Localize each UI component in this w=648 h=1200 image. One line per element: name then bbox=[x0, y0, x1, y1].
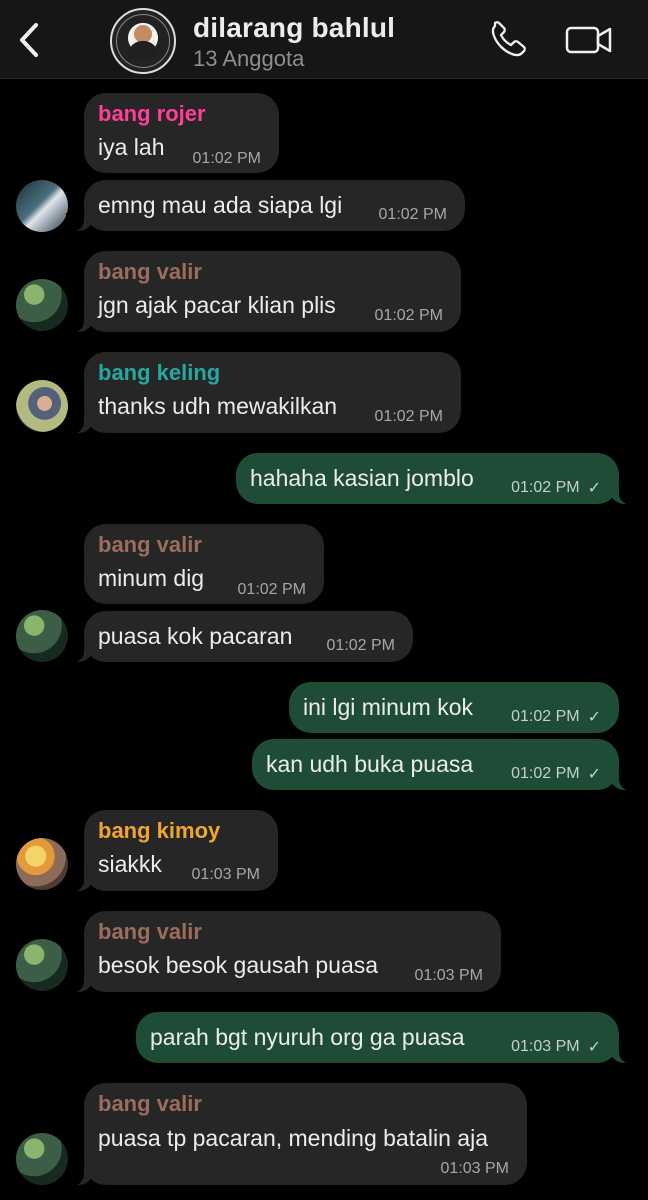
message-time-label: 01:02 PM bbox=[511, 765, 580, 782]
sender-name: bang valir bbox=[98, 1091, 202, 1116]
sender-name: bang valir bbox=[98, 532, 202, 557]
phone-icon[interactable] bbox=[486, 20, 528, 60]
outgoing-message-bubble[interactable]: parah bgt nyuruh org ga puasa 01:03 PM ✓ bbox=[136, 1012, 637, 1064]
message-bubble[interactable]: bang valir jgn ajak pacar klian plis 01:… bbox=[66, 251, 461, 333]
message-bubble[interactable]: bang rojer iya lah 01:02 PM bbox=[84, 93, 279, 173]
message-time: 01:03 PM bbox=[414, 967, 483, 984]
message-text: siakkk bbox=[98, 851, 162, 877]
message-bubble[interactable]: bang keling thanks udh mewakilkan 01:02 … bbox=[66, 352, 461, 434]
message-bubble[interactable]: bang kimoy siakkk 01:03 PM bbox=[66, 810, 278, 892]
sender-name: bang kimoy bbox=[98, 818, 221, 843]
avatar[interactable] bbox=[16, 180, 68, 232]
message-text: minum dig bbox=[98, 565, 205, 591]
message-text: iya lah bbox=[98, 134, 165, 160]
message-time: 01:02 PM bbox=[237, 581, 306, 598]
outgoing-message-bubble[interactable]: ini lgi minum kok 01:02 PM ✓ bbox=[289, 682, 619, 733]
message-text: ini lgi minum kok bbox=[303, 694, 473, 720]
message-text: puasa kok pacaran bbox=[98, 623, 293, 649]
avatar[interactable] bbox=[16, 939, 68, 991]
outgoing-message-bubble[interactable]: kan udh buka puasa 01:02 PM ✓ bbox=[252, 739, 637, 791]
message-bubble[interactable]: bang valir besok besok gausah puasa 01:0… bbox=[66, 911, 501, 993]
sender-name: bang keling bbox=[98, 360, 221, 385]
message-text: thanks udh mewakilkan bbox=[98, 393, 338, 419]
message-time: 01:02 PM ✓ bbox=[511, 764, 601, 784]
message-bubble[interactable]: emng mau ada siapa lgi 01:02 PM bbox=[66, 180, 465, 232]
avatar[interactable] bbox=[16, 1133, 68, 1185]
member-count[interactable]: 13 Anggota bbox=[193, 46, 304, 72]
avatar[interactable] bbox=[16, 380, 68, 432]
avatar[interactable] bbox=[16, 838, 68, 890]
avatar[interactable] bbox=[16, 610, 68, 662]
message-time: 01:02 PM ✓ bbox=[511, 478, 601, 498]
message-bubble[interactable]: bang valir minum dig 01:02 PM bbox=[84, 524, 324, 604]
message-text: puasa tp pacaran, mending batalin aja bbox=[98, 1125, 489, 1151]
sent-check-icon: ✓ bbox=[587, 480, 601, 497]
message-time: 01:02 PM bbox=[374, 408, 443, 425]
message-text: parah bgt nyuruh org ga puasa bbox=[150, 1024, 465, 1050]
video-camera-icon[interactable] bbox=[564, 22, 614, 58]
message-time: 01:02 PM bbox=[374, 307, 443, 324]
message-text: besok besok gausah puasa bbox=[98, 952, 379, 978]
message-time: 01:03 PM ✓ bbox=[511, 1037, 601, 1057]
sent-check-icon: ✓ bbox=[587, 1039, 601, 1056]
message-text: jgn ajak pacar klian plis bbox=[98, 292, 336, 318]
message-bubble[interactable]: bang valir puasa tp pacaran, mending bat… bbox=[66, 1083, 527, 1186]
chat-title[interactable]: dilarang bahlul bbox=[193, 12, 395, 44]
message-time: 01:03 PM bbox=[440, 1160, 509, 1177]
chat-header: dilarang bahlul 13 Anggota bbox=[0, 0, 648, 79]
sender-name: bang valir bbox=[98, 919, 202, 944]
message-text: emng mau ada siapa lgi bbox=[98, 192, 343, 218]
message-text: hahaha kasian jomblo bbox=[250, 465, 474, 491]
message-time: 01:02 PM bbox=[378, 206, 447, 223]
message-time: 01:02 PM ✓ bbox=[511, 707, 601, 727]
message-time-label: 01:03 PM bbox=[511, 1038, 580, 1055]
message-bubble[interactable]: puasa kok pacaran 01:02 PM bbox=[66, 611, 413, 663]
message-time: 01:02 PM bbox=[192, 150, 261, 167]
message-time: 01:02 PM bbox=[326, 637, 395, 654]
avatar[interactable] bbox=[16, 279, 68, 331]
message-time-label: 01:02 PM bbox=[511, 479, 580, 496]
outgoing-message-bubble[interactable]: hahaha kasian jomblo 01:02 PM ✓ bbox=[236, 453, 637, 505]
sent-check-icon: ✓ bbox=[587, 766, 601, 783]
sender-name: bang valir bbox=[98, 259, 202, 284]
message-text: kan udh buka puasa bbox=[266, 751, 474, 777]
sender-name: bang rojer bbox=[98, 101, 206, 126]
message-time: 01:03 PM bbox=[191, 866, 260, 883]
group-avatar[interactable] bbox=[110, 8, 176, 74]
chevron-left-icon[interactable] bbox=[14, 20, 44, 60]
message-time-label: 01:02 PM bbox=[511, 708, 580, 725]
sent-check-icon: ✓ bbox=[587, 709, 601, 726]
